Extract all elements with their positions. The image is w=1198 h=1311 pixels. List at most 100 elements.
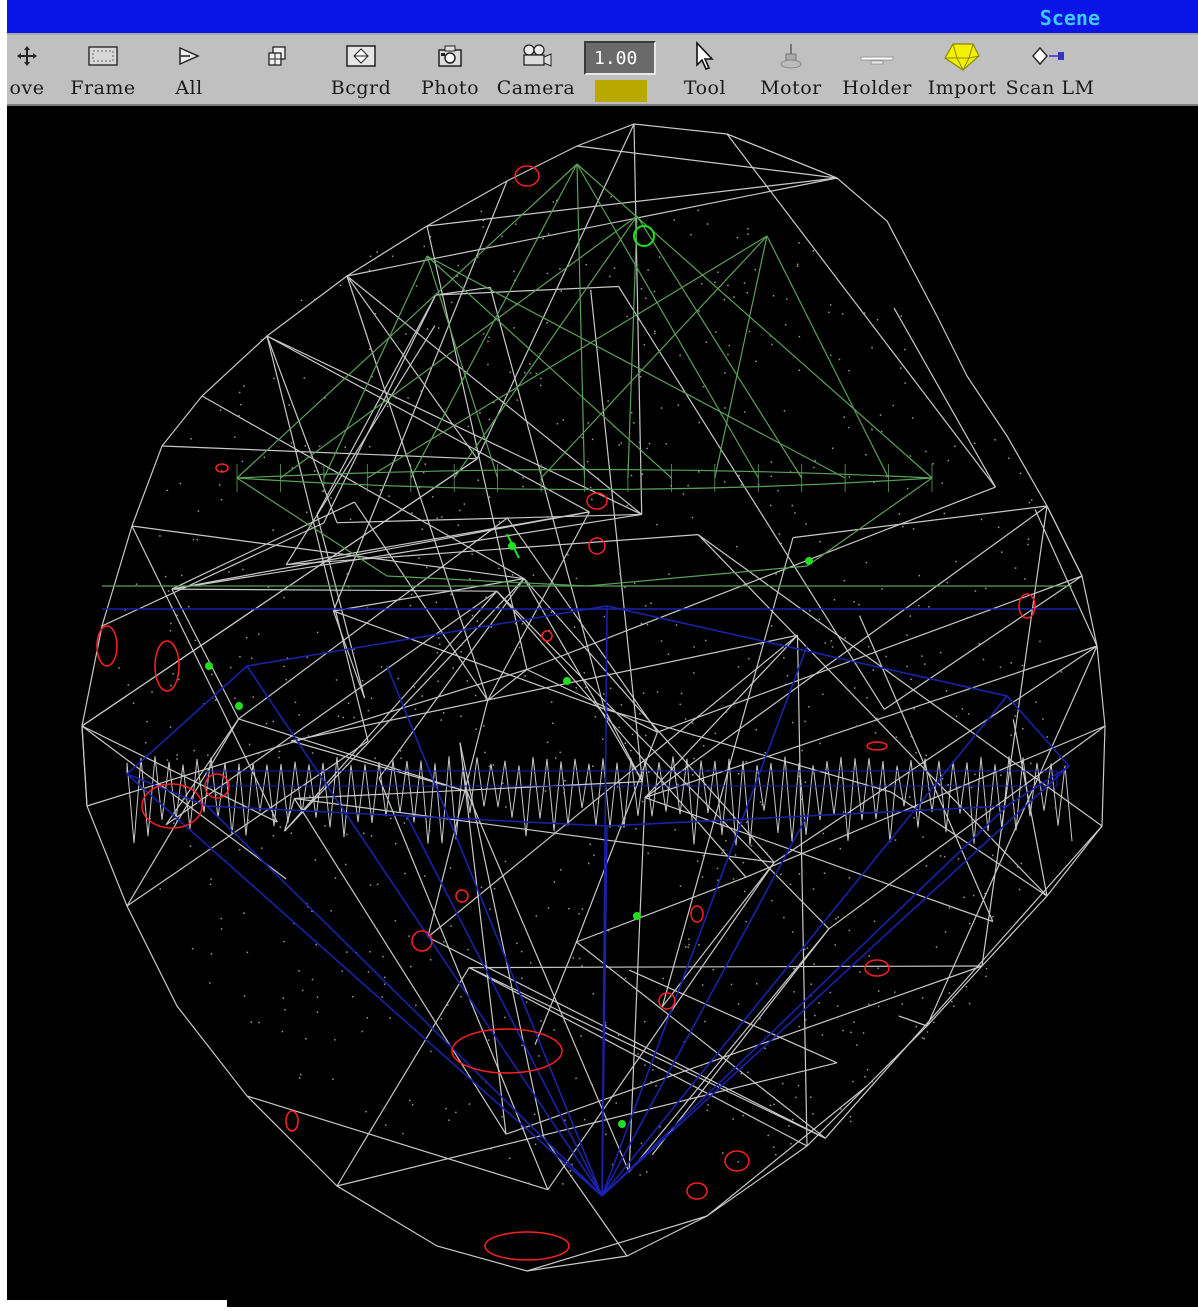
zoom-input[interactable]: 1.00: [584, 41, 656, 75]
mesh-dot: [367, 971, 370, 973]
mesh-dot: [745, 821, 748, 823]
zoom-color-swatch[interactable]: [595, 80, 647, 102]
mesh-dot: [620, 704, 623, 706]
mesh-dot: [864, 1076, 866, 1078]
frame-button[interactable]: Frame: [67, 35, 139, 104]
mesh-dot: [482, 226, 484, 228]
mesh-dot: [431, 496, 434, 498]
mesh-dot: [904, 382, 906, 384]
mesh-dot: [546, 741, 549, 744]
tool-button[interactable]: Tool: [681, 35, 729, 104]
import-button[interactable]: Import: [927, 35, 997, 104]
mesh-dot: [314, 470, 316, 472]
mesh-dot: [769, 504, 772, 507]
grid-button[interactable]: [259, 35, 295, 104]
mesh-dot: [885, 655, 887, 658]
mesh-dot: [389, 1017, 391, 1019]
mesh-dot: [521, 1044, 523, 1047]
mesh-dot: [426, 328, 429, 330]
mesh-dot: [756, 983, 758, 985]
mesh-dot: [374, 313, 377, 315]
mesh-dot: [424, 875, 426, 877]
mesh-dot: [955, 560, 957, 563]
mesh-dot: [716, 867, 719, 870]
mesh-dot: [894, 991, 896, 993]
mesh-dot: [953, 1005, 955, 1007]
mesh-dot: [447, 1004, 449, 1006]
mesh-dot: [933, 1021, 935, 1024]
mesh-dot: [488, 418, 491, 421]
mesh-dot: [455, 1111, 457, 1114]
mesh-dot: [660, 407, 663, 409]
photo-button[interactable]: Photo: [417, 35, 483, 104]
mesh-dot: [1046, 736, 1048, 738]
mesh-dot: [871, 428, 873, 431]
camera-button[interactable]: Camera: [495, 35, 577, 104]
mesh-dot: [829, 304, 832, 306]
mesh-dot: [650, 1081, 652, 1083]
mesh-dot: [926, 1031, 929, 1033]
mesh-dot: [418, 557, 420, 559]
mesh-dot: [166, 759, 169, 761]
mesh-dot: [743, 282, 746, 284]
mesh-dot: [251, 657, 253, 660]
mesh-dot: [937, 706, 940, 709]
mesh-dot: [368, 348, 371, 350]
motor-button[interactable]: Motor: [759, 35, 823, 104]
mesh-dot: [793, 968, 795, 970]
mesh-dot: [589, 843, 591, 846]
mesh-dot: [135, 583, 138, 585]
mesh-dot: [220, 917, 222, 920]
mesh-dot: [597, 477, 600, 480]
mesh-dot: [586, 460, 589, 463]
mesh-dot: [1021, 664, 1024, 667]
mesh-dot: [460, 715, 462, 718]
mesh-dot: [313, 298, 316, 301]
toolbar: ove Frame All Bcgrd Photo Camera 1.00 To…: [7, 35, 1198, 106]
mesh-dot: [300, 299, 303, 302]
mesh-dot: [467, 948, 469, 951]
background-button[interactable]: Bcgrd: [329, 35, 393, 104]
mesh-dot: [755, 360, 757, 363]
mesh-dot: [848, 929, 851, 932]
mesh-dot: [298, 970, 300, 972]
mesh-dot: [832, 447, 834, 449]
mesh-dot: [613, 267, 616, 269]
mesh-dot: [770, 461, 773, 463]
mesh-dot: [1027, 543, 1029, 546]
mesh-dot: [474, 694, 477, 697]
mesh-dot: [955, 715, 958, 718]
mesh-dot: [575, 687, 577, 689]
scan-lm-button[interactable]: Scan LM: [1005, 35, 1095, 104]
mesh-dot: [798, 1025, 801, 1028]
mesh-dot: [618, 686, 620, 688]
mesh-dot: [876, 717, 878, 719]
mesh-dot: [667, 653, 670, 655]
mesh-dot: [530, 962, 532, 964]
mesh-dot: [657, 1067, 660, 1069]
mesh-dot: [210, 953, 213, 955]
mesh-dot: [181, 574, 183, 577]
move-button[interactable]: ove: [7, 35, 47, 104]
mesh-dot: [660, 640, 663, 642]
mesh-dot: [878, 990, 880, 992]
mesh-dot: [189, 845, 192, 847]
mesh-dot: [615, 1102, 617, 1104]
mesh-dot: [538, 1055, 540, 1057]
motor-label: Motor: [760, 77, 822, 99]
mesh-dot: [843, 579, 846, 582]
scene-viewport[interactable]: [7, 106, 1198, 1307]
mesh-dot: [788, 1125, 790, 1127]
mesh-dot: [381, 996, 383, 998]
mesh-dot: [818, 1002, 820, 1004]
all-button[interactable]: All: [165, 35, 213, 104]
mesh-dot: [849, 1115, 852, 1118]
mesh-dot: [248, 743, 251, 746]
mesh-dot: [482, 333, 485, 335]
mesh-dot: [652, 1069, 654, 1071]
mesh-dot: [730, 983, 733, 986]
mesh-dot: [656, 691, 659, 693]
photo-label: Photo: [420, 77, 480, 99]
mesh-dot: [522, 485, 524, 488]
holder-button[interactable]: Holder: [841, 35, 913, 104]
